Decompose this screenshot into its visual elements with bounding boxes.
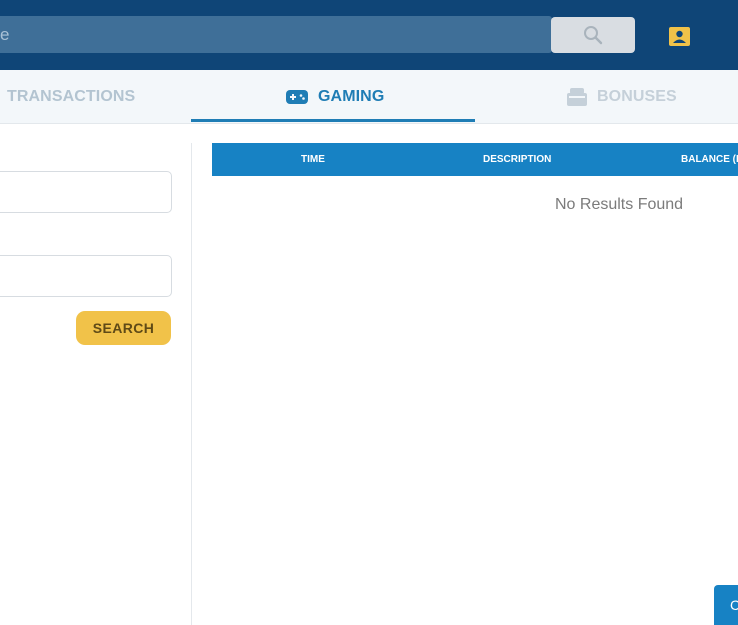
filter-field-2[interactable] xyxy=(0,255,172,297)
search-input[interactable]: e xyxy=(0,16,552,53)
search-submit-button[interactable]: SEARCH xyxy=(76,311,171,345)
tab-transactions[interactable]: TRANSACTIONS xyxy=(7,70,135,123)
search-icon xyxy=(584,26,603,45)
column-header-time[interactable]: TIME xyxy=(301,143,325,176)
panel-divider xyxy=(191,143,192,625)
empty-state-text: No Results Found xyxy=(555,196,684,213)
gift-icon xyxy=(567,87,587,106)
active-tab-indicator xyxy=(191,119,475,122)
tab-transactions-label: TRANSACTIONS xyxy=(7,87,136,105)
tab-gaming-label: GAMING xyxy=(318,87,385,105)
tab-bar: TRANSACTIONS GAMING BONUSES xyxy=(0,70,738,124)
table-header: TIME DESCRIPTION BALANCE (E xyxy=(212,143,738,176)
column-header-balance[interactable]: BALANCE (E xyxy=(681,143,738,176)
filter-field-1[interactable] xyxy=(0,171,172,213)
chat-button[interactable]: C xyxy=(714,585,738,625)
column-header-description[interactable]: DESCRIPTION xyxy=(483,143,551,176)
search-button[interactable] xyxy=(551,17,635,53)
gamepad-icon xyxy=(286,89,308,104)
tab-gaming[interactable]: GAMING xyxy=(286,70,384,123)
profile-icon[interactable] xyxy=(669,27,690,46)
tab-bonuses-label: BONUSES xyxy=(597,87,677,105)
tab-bonuses[interactable]: BONUSES xyxy=(567,70,677,123)
top-bar: e xyxy=(0,0,738,70)
